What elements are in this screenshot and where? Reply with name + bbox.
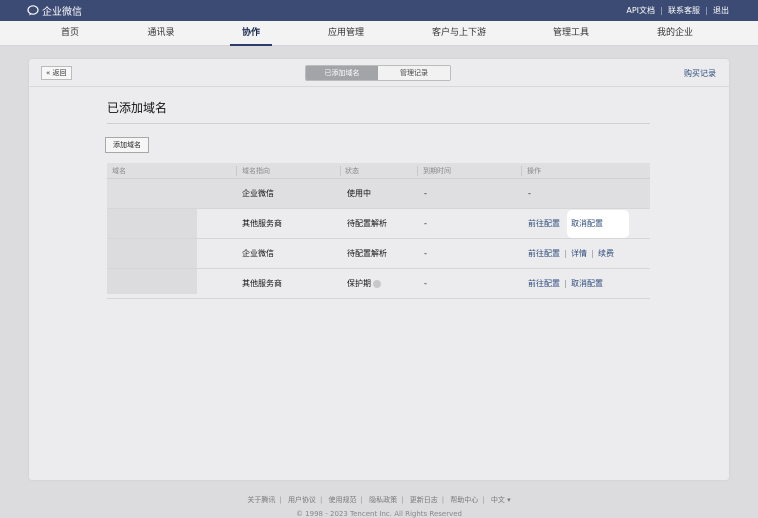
top-links: API文档 联系客服 退出 [626, 5, 729, 16]
col-divider [417, 166, 418, 176]
table-row: 企业微信 使用中 - - [107, 179, 650, 209]
row-expiry: - [424, 219, 427, 228]
row-target: 企业微信 [242, 249, 274, 258]
row-expiry: - [424, 249, 427, 258]
table-row: 其他服务商 待配置解析 - 前往配置 取消配置 [107, 209, 650, 239]
divider: | [319, 496, 323, 504]
row-status-cell: 保护期 [347, 269, 381, 299]
col-divider [340, 166, 341, 176]
title-divider [107, 123, 650, 124]
cancel-configuration-link[interactable]: 取消配置 [571, 269, 603, 299]
row-status: 保护期 [347, 279, 371, 288]
row-status: 待配置解析 [347, 219, 387, 228]
api-docs-link[interactable]: API文档 [626, 5, 655, 16]
divider [592, 250, 593, 258]
language-select[interactable]: 中文 ▾ [491, 496, 511, 504]
footer-about-link[interactable]: 关于腾讯 [247, 496, 275, 504]
table-row: 企业微信 待配置解析 - 前往配置 详情 续费 [107, 239, 650, 269]
table-header: 域名 域名指向 状态 到期时间 操作 [107, 163, 650, 179]
page-title: 已添加域名 [107, 101, 168, 115]
divider [661, 6, 662, 15]
divider: | [360, 496, 363, 504]
cancel-configuration-link[interactable]: 取消配置 [567, 210, 629, 238]
copyright: © 1998 - 2023 Tencent Inc. All Rights Re… [295, 510, 463, 518]
contact-support-link[interactable]: 联系客服 [668, 5, 700, 16]
nav-contacts[interactable]: 通讯录 [147, 21, 174, 46]
details-link[interactable]: 详情 [571, 239, 587, 269]
divider: | [441, 496, 445, 504]
info-icon[interactable] [373, 279, 381, 288]
content-card: « 返回 已添加域名 管理记录 购买记录 已添加域名 添加域名 域名 域名指向 … [29, 59, 729, 480]
divider: | [482, 496, 485, 504]
wecom-logo-icon [27, 5, 39, 16]
nav-app-management[interactable]: 应用管理 [328, 21, 364, 46]
brand-logo[interactable]: 企业微信 [27, 3, 82, 18]
row-status: 待配置解析 [347, 249, 387, 258]
row-expiry: - [424, 189, 427, 198]
footer-user-agreement-link[interactable]: 用户协议 [288, 496, 316, 504]
nav-management-tools[interactable]: 管理工具 [553, 21, 589, 46]
nav-home[interactable]: 首页 [61, 21, 79, 46]
row-target: 其他服务商 [242, 219, 282, 228]
go-configure-link[interactable]: 前往配置 [528, 239, 560, 269]
top-bar: 企业微信 API文档 联系客服 退出 [0, 0, 758, 21]
footer-links: 关于腾讯 | 用户协议 | 使用规范 | 隐私政策 | 更新日志 | 帮助中心 | 中文 ▾ [0, 495, 758, 505]
tab-management-records[interactable]: 管理记录 [378, 66, 450, 80]
go-configure-link[interactable]: 前往配置 [528, 269, 560, 299]
divider: | [279, 496, 282, 504]
row-actions: 前往配置 详情 续费 [528, 239, 614, 269]
col-domain: 域名 [112, 167, 126, 175]
divider [565, 220, 566, 228]
renew-link[interactable]: 续费 [598, 239, 614, 269]
row-actions-empty: - [528, 189, 531, 198]
nav-my-enterprise[interactable]: 我的企业 [657, 21, 693, 46]
divider [565, 280, 566, 288]
footer-privacy-link[interactable]: 隐私政策 [369, 496, 397, 504]
row-target: 其他服务商 [242, 279, 282, 288]
segmented-tabs: 已添加域名 管理记录 [305, 65, 451, 81]
footer-changelog-link[interactable]: 更新日志 [410, 496, 438, 504]
nav-collaboration[interactable]: 协作 [229, 21, 273, 46]
add-domain-button[interactable]: 添加域名 [105, 137, 149, 153]
logout-link[interactable]: 退出 [713, 5, 729, 16]
col-actions: 操作 [527, 167, 541, 175]
nav-customers-partners[interactable]: 客户与上下游 [432, 21, 486, 46]
divider [706, 6, 707, 15]
row-target: 企业微信 [242, 189, 274, 198]
col-expiry: 到期时间 [423, 167, 451, 175]
footer-help-link[interactable]: 帮助中心 [450, 496, 478, 504]
row-actions: 前往配置 取消配置 [528, 269, 603, 299]
col-status: 状态 [345, 167, 359, 175]
row-status: 使用中 [347, 189, 371, 198]
main-nav: 首页 通讯录 协作 应用管理 客户与上下游 管理工具 我的企业 [0, 21, 758, 46]
brand-name: 企业微信 [42, 7, 82, 18]
table-row: 其他服务商 保护期 - 前往配置 取消配置 [107, 269, 650, 299]
header-divider [29, 86, 729, 87]
purchase-records-link[interactable]: 购买记录 [684, 68, 716, 79]
col-target: 域名指向 [242, 167, 270, 175]
col-divider [521, 166, 522, 176]
divider: | [401, 496, 404, 504]
footer-usage-rules-link[interactable]: 使用规范 [329, 496, 357, 504]
row-actions: 前往配置 取消配置 [528, 209, 629, 239]
row-expiry: - [424, 279, 427, 288]
divider [565, 250, 566, 258]
go-configure-link[interactable]: 前往配置 [528, 209, 560, 239]
domain-table: 域名 域名指向 状态 到期时间 操作 企业微信 使用中 - - 其他服务商 待配… [107, 163, 650, 299]
tab-added-domains[interactable]: 已添加域名 [306, 66, 378, 80]
back-button[interactable]: « 返回 [41, 66, 72, 80]
col-divider [236, 166, 237, 176]
